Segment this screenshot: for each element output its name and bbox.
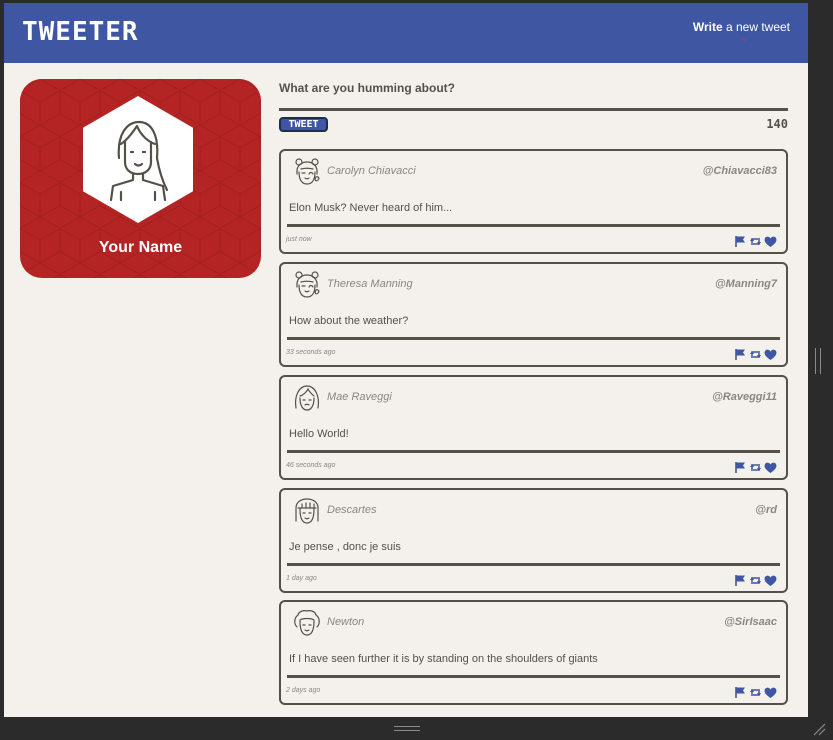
tweet-timestamp: 33 seconds ago xyxy=(286,349,336,356)
tweet-button[interactable]: TWEET xyxy=(279,117,328,132)
tweet-author-name: Mae Raveggi xyxy=(327,391,392,403)
vertical-resize-handle[interactable] xyxy=(815,348,821,374)
tweet-actions xyxy=(734,683,777,698)
retweet-icon[interactable] xyxy=(749,684,762,697)
navbar: TWEETER Write a new tweet ⌄ xyxy=(4,3,808,63)
brand-logo[interactable]: TWEETER xyxy=(22,17,139,47)
flag-icon[interactable] xyxy=(734,572,747,586)
tweet-content: Elon Musk? Never heard of him... xyxy=(289,202,453,214)
compose-form: What are you humming about? TWEET 140 xyxy=(279,76,788,136)
resize-corner-icon[interactable] xyxy=(812,721,826,736)
tweet-divider xyxy=(287,450,780,453)
tweet-author-name: Descartes xyxy=(327,504,377,516)
bottom-panel-bar xyxy=(0,717,833,740)
retweet-icon[interactable] xyxy=(749,459,762,472)
avatar-icon xyxy=(291,156,323,188)
tweet-actions xyxy=(734,232,777,247)
tweet-handle: @SirIsaac xyxy=(724,616,777,628)
write-new-tweet-link[interactable]: Write a new tweet xyxy=(693,20,790,34)
character-counter: 140 xyxy=(766,117,788,131)
tweet-handle: @Chiavacci83 xyxy=(702,165,777,177)
tweet-divider xyxy=(287,563,780,566)
heart-icon[interactable] xyxy=(764,233,777,247)
compose-label: What are you humming about? xyxy=(279,81,455,95)
tweet-content: How about the weather? xyxy=(289,315,409,327)
heart-icon[interactable] xyxy=(764,684,777,698)
profile-card: Your Name xyxy=(20,79,261,278)
tweet-timestamp: 2 days ago xyxy=(286,687,321,694)
tweet-card: Newton @SirIsaac If I have seen further … xyxy=(279,600,788,705)
tweet-actions xyxy=(734,458,777,473)
flag-icon[interactable] xyxy=(734,459,747,473)
retweet-icon[interactable] xyxy=(749,572,762,585)
tweet-content: If I have seen further it is by standing… xyxy=(289,653,598,665)
tweet-card: Descartes @rd Je pense , donc je suis 1 … xyxy=(279,488,788,593)
avatar-icon xyxy=(291,269,323,301)
heart-icon[interactable] xyxy=(764,459,777,473)
write-link-rest: a new tweet xyxy=(722,20,790,34)
tweet-handle: @rd xyxy=(755,504,777,516)
tweet-handle: @Manning7 xyxy=(714,278,777,290)
tweet-text-input[interactable] xyxy=(279,105,788,111)
tweet-card: Theresa Manning @Manning7 How about the … xyxy=(279,262,788,367)
tweet-timestamp: just now xyxy=(286,236,312,243)
profile-name: Your Name xyxy=(98,239,183,256)
tweet-content: Je pense , donc je suis xyxy=(289,541,401,553)
write-link-bold: Write xyxy=(692,20,723,34)
tweet-actions xyxy=(734,571,777,586)
tweet-actions xyxy=(734,345,777,360)
chevron-down-icon[interactable]: ⌄ xyxy=(740,35,748,44)
tweet-author-name: Newton xyxy=(327,616,365,628)
tweet-timestamp: 46 seconds ago xyxy=(286,462,336,469)
heart-icon[interactable] xyxy=(764,572,777,586)
tweet-card: Carolyn Chiavacci @Chiavacci83 Elon Musk… xyxy=(279,149,788,254)
horizontal-resize-handle[interactable] xyxy=(394,726,420,731)
avatar-icon xyxy=(291,382,323,414)
heart-icon[interactable] xyxy=(764,346,777,360)
tweet-divider xyxy=(287,675,780,678)
tweet-content: Hello World! xyxy=(289,428,349,440)
page: TWEETER Write a new tweet ⌄ Your Name Wh… xyxy=(4,3,808,717)
tweet-author-name: Theresa Manning xyxy=(327,278,413,290)
retweet-icon[interactable] xyxy=(749,346,762,359)
tweet-divider xyxy=(287,224,780,227)
tweet-timestamp: 1 day ago xyxy=(286,575,317,582)
tweet-divider xyxy=(287,337,780,340)
profile-avatar xyxy=(83,96,193,223)
tweet-handle: @Raveggi11 xyxy=(712,391,777,403)
avatar-icon xyxy=(291,495,323,527)
flag-icon[interactable] xyxy=(734,346,747,360)
tweet-author-name: Carolyn Chiavacci xyxy=(327,165,416,177)
retweet-icon[interactable] xyxy=(749,233,762,246)
flag-icon[interactable] xyxy=(734,233,747,247)
tweet-card: Mae Raveggi @Raveggi11 Hello World! 46 s… xyxy=(279,375,788,480)
browser-window: TWEETER Write a new tweet ⌄ Your Name Wh… xyxy=(0,0,833,740)
avatar-icon xyxy=(291,607,323,639)
flag-icon[interactable] xyxy=(734,684,747,698)
